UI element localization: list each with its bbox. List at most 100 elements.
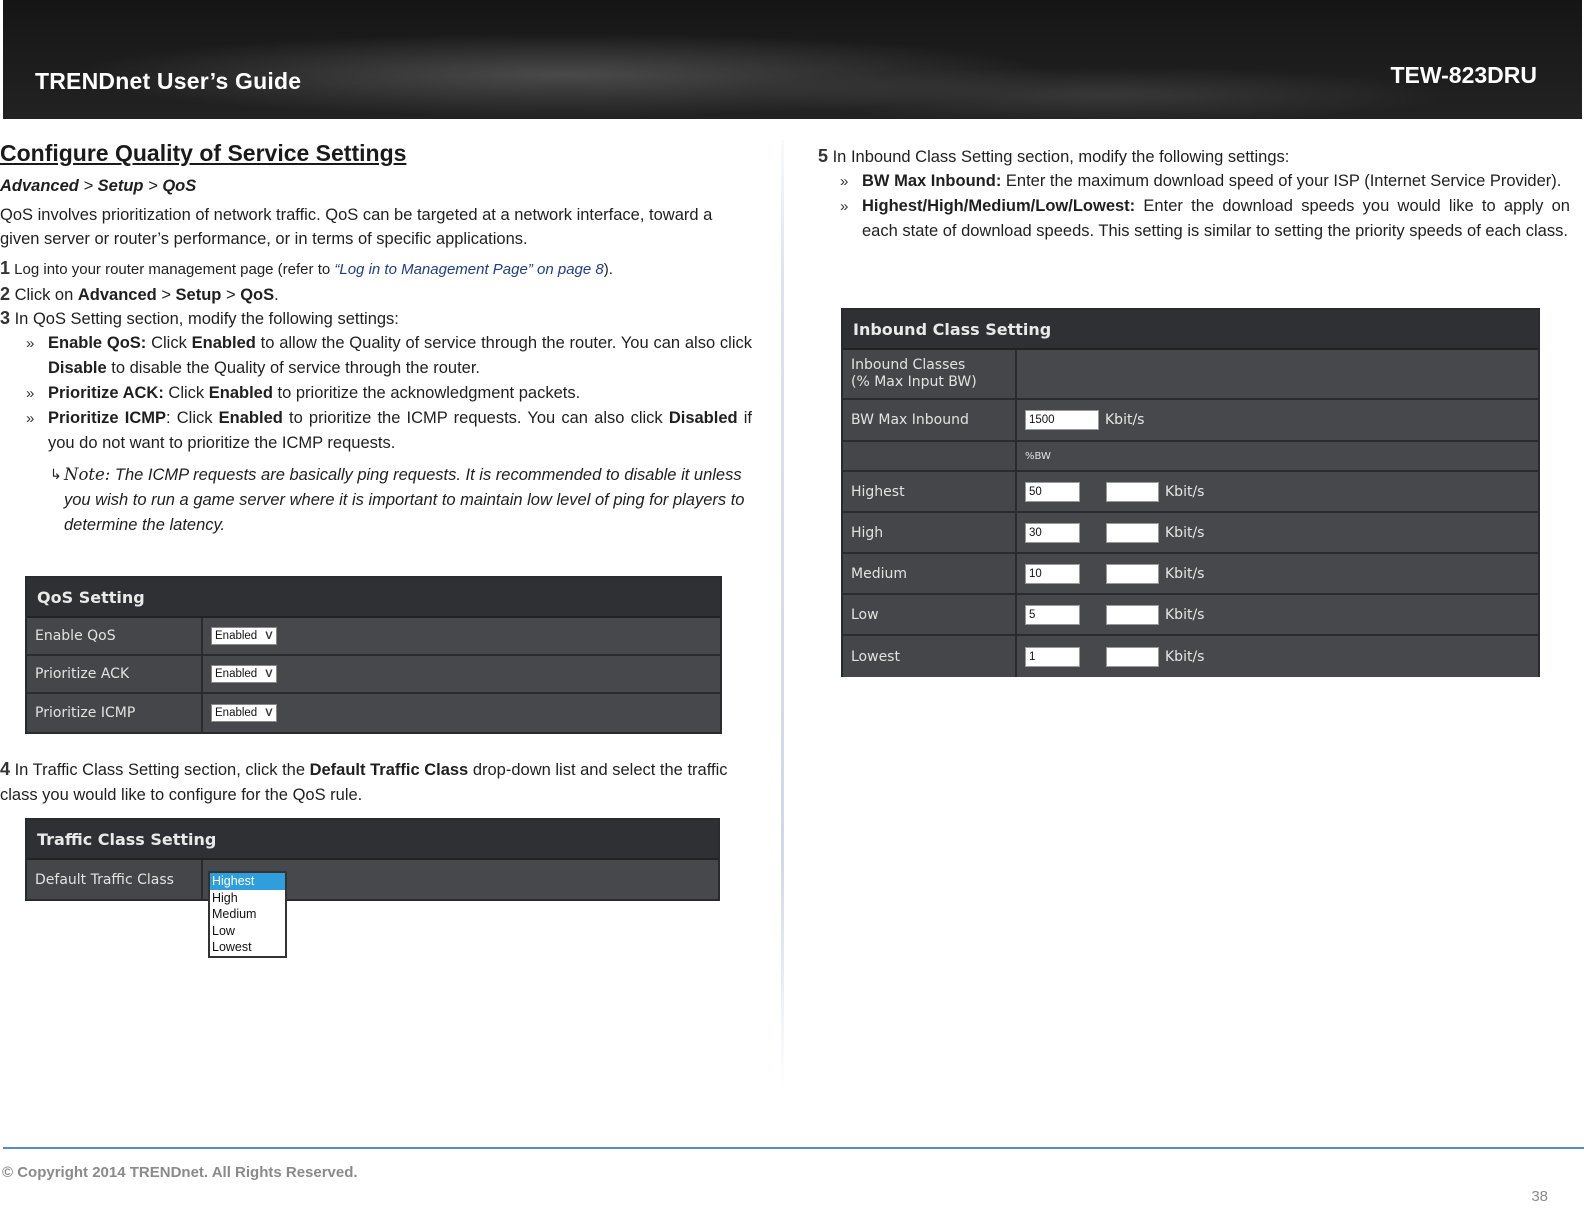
lowest-pct-input[interactable]: 1 <box>1025 646 1080 667</box>
bullet-text: : Click <box>166 409 219 427</box>
note-arrow-icon: ↳ <box>50 466 62 482</box>
highest-cell: 50 Kbit/s <box>1017 472 1538 511</box>
bullet-bold: Disable <box>48 359 107 377</box>
step-text: ). <box>603 261 613 278</box>
right-column: 5 In Inbound Class Setting section, modi… <box>818 144 1570 244</box>
row-enable-qos: Enable QoS Enabled V <box>27 618 720 656</box>
enable-qos-label: Enable QoS <box>27 618 203 654</box>
pct-bw-header: %BW <box>1017 442 1538 470</box>
unit-label: Kbit/s <box>1165 606 1205 623</box>
enable-qos-select[interactable]: Enabled V <box>211 627 277 645</box>
bullet-bold: Enabled <box>208 384 273 402</box>
bullet-text: Click <box>146 334 192 352</box>
inbound-bullet-list: » BW Max Inbound: Enter the maximum downl… <box>840 169 1570 244</box>
highest-label: Highest <box>843 472 1017 511</box>
high-kbit-input[interactable] <box>1106 522 1159 543</box>
bullet-prioritize-ack: » Prioritize ACK: Click Enabled to priori… <box>26 381 752 406</box>
bullet-term: Prioritize ICMP <box>48 409 167 427</box>
bullet-bold: Disabled <box>668 409 738 427</box>
prioritize-icmp-cell: Enabled V <box>203 694 720 732</box>
note-text: The ICMP requests are basically ping req… <box>64 466 745 534</box>
inbound-classes-cell <box>1017 350 1538 398</box>
step-5: 5 In Inbound Class Setting section, modi… <box>818 144 1570 169</box>
bullet-text: to disable the Quality of service throug… <box>106 359 480 377</box>
medium-pct-input[interactable]: 10 <box>1025 563 1080 584</box>
row-default-traffic-class: Default Traffic Class <box>27 860 718 899</box>
step-number: 5 <box>818 146 829 166</box>
bullet-bw-max-inbound: » BW Max Inbound: Enter the maximum downl… <box>840 169 1570 194</box>
breadcrumb-sep: > <box>143 177 163 195</box>
chevron-down-icon: V <box>265 707 273 719</box>
bullet-text: Enter the maximum download speed of your… <box>1001 172 1562 190</box>
row-low: Low 5 Kbit/s <box>843 595 1538 636</box>
step-4: 4 In Traffic Class Setting section, clic… <box>0 757 752 808</box>
bw-max-inbound-cell: 1500 Kbit/s <box>1017 400 1538 440</box>
step-text: . <box>274 286 279 304</box>
low-pct-input[interactable]: 5 <box>1025 604 1080 625</box>
qos-bullet-list: » Enable QoS: Click Enabled to allow the … <box>26 331 752 456</box>
high-pct-input[interactable]: 30 <box>1025 522 1080 543</box>
option-medium[interactable]: Medium <box>210 906 285 923</box>
option-lowest[interactable]: Lowest <box>210 939 285 956</box>
breadcrumb-advanced: Advanced <box>0 177 79 195</box>
lowest-cell: 1 Kbit/s <box>1017 636 1538 677</box>
low-label: Low <box>843 595 1017 634</box>
qos-panel-title: QoS Setting <box>27 578 720 618</box>
option-low[interactable]: Low <box>210 923 285 940</box>
qos-setting-panel: QoS Setting Enable QoS Enabled V Prioriti… <box>25 576 722 734</box>
highest-pct-input[interactable]: 50 <box>1025 481 1080 502</box>
column-divider <box>781 140 784 1090</box>
medium-label: Medium <box>843 554 1017 593</box>
bullet-bold: Enabled <box>191 334 256 352</box>
model-number: TEW-823DRU <box>1390 62 1537 88</box>
bullet-term: Prioritize ACK: <box>48 384 164 402</box>
bullet-term: BW Max Inbound: <box>862 172 1002 190</box>
step-2: 2 Click on Advanced > Setup > QoS. <box>0 283 752 307</box>
default-traffic-class-listbox[interactable]: Highest High Medium Low Lowest <box>208 871 287 958</box>
bullet-class-speeds: » Highest/High/Medium/Low/Lowest: Enter t… <box>840 194 1570 244</box>
select-value: Enabled <box>215 630 258 642</box>
step-number: 4 <box>0 759 11 779</box>
breadcrumb-sep: > <box>78 177 98 195</box>
copyright-text: © Copyright 2014 TRENDnet. All Rights Re… <box>2 1164 358 1181</box>
row-pct-header: %BW <box>843 442 1538 472</box>
row-high: High 30 Kbit/s <box>843 513 1538 554</box>
step-3: 3 In QoS Setting section, modify the fol… <box>0 307 752 331</box>
traffic-class-panel: Traffic Class Setting Default Traffic Cl… <box>25 818 720 901</box>
option-highest[interactable]: Highest <box>210 873 285 890</box>
step-text: In Traffic Class Setting section, click … <box>10 761 310 779</box>
intro-paragraph: QoS involves prioritization of network t… <box>0 206 713 248</box>
breadcrumb-setup: Setup <box>97 177 144 195</box>
high-cell: 30 Kbit/s <box>1017 513 1538 552</box>
step-text: > <box>221 286 241 304</box>
low-cell: 5 Kbit/s <box>1017 595 1538 634</box>
lowest-kbit-input[interactable] <box>1106 646 1159 667</box>
empty-label <box>843 442 1017 470</box>
step-text: In Inbound Class Setting section, modify… <box>828 148 1290 166</box>
prioritize-ack-label: Prioritize ACK <box>27 656 203 692</box>
step-bold: QoS <box>240 286 275 304</box>
highest-kbit-input[interactable] <box>1106 481 1159 502</box>
chevron-icon: » <box>26 410 35 427</box>
select-value: Enabled <box>215 668 258 680</box>
step-bold: Advanced <box>77 286 157 304</box>
inbound-classes-label-line1: Inbound Classes <box>851 357 966 373</box>
chevron-icon: » <box>840 173 849 190</box>
bullet-term: Enable QoS: <box>48 334 147 352</box>
medium-cell: 10 Kbit/s <box>1017 554 1538 593</box>
prioritize-ack-cell: Enabled V <box>203 656 720 692</box>
option-high[interactable]: High <box>210 890 285 907</box>
management-page-link[interactable]: “Log in to Management Page” on page 8 <box>334 261 603 278</box>
medium-kbit-input[interactable] <box>1106 563 1159 584</box>
bw-max-inbound-input[interactable]: 1500 <box>1025 410 1099 430</box>
enable-qos-cell: Enabled V <box>203 618 720 654</box>
low-kbit-input[interactable] <box>1106 604 1159 625</box>
prioritize-icmp-select[interactable]: Enabled V <box>211 704 277 722</box>
inbound-class-panel: Inbound Class Setting Inbound Classes (%… <box>841 308 1540 677</box>
prioritize-ack-select[interactable]: Enabled V <box>211 665 277 683</box>
row-inbound-classes: Inbound Classes (% Max Input BW) <box>843 350 1538 400</box>
step-text: Log into your router management page (re… <box>10 261 335 278</box>
default-traffic-class-label: Default Traffic Class <box>27 860 203 899</box>
chevron-icon: » <box>840 198 849 215</box>
note-block: ↳ Note: The ICMP requests are basically p… <box>50 462 752 538</box>
